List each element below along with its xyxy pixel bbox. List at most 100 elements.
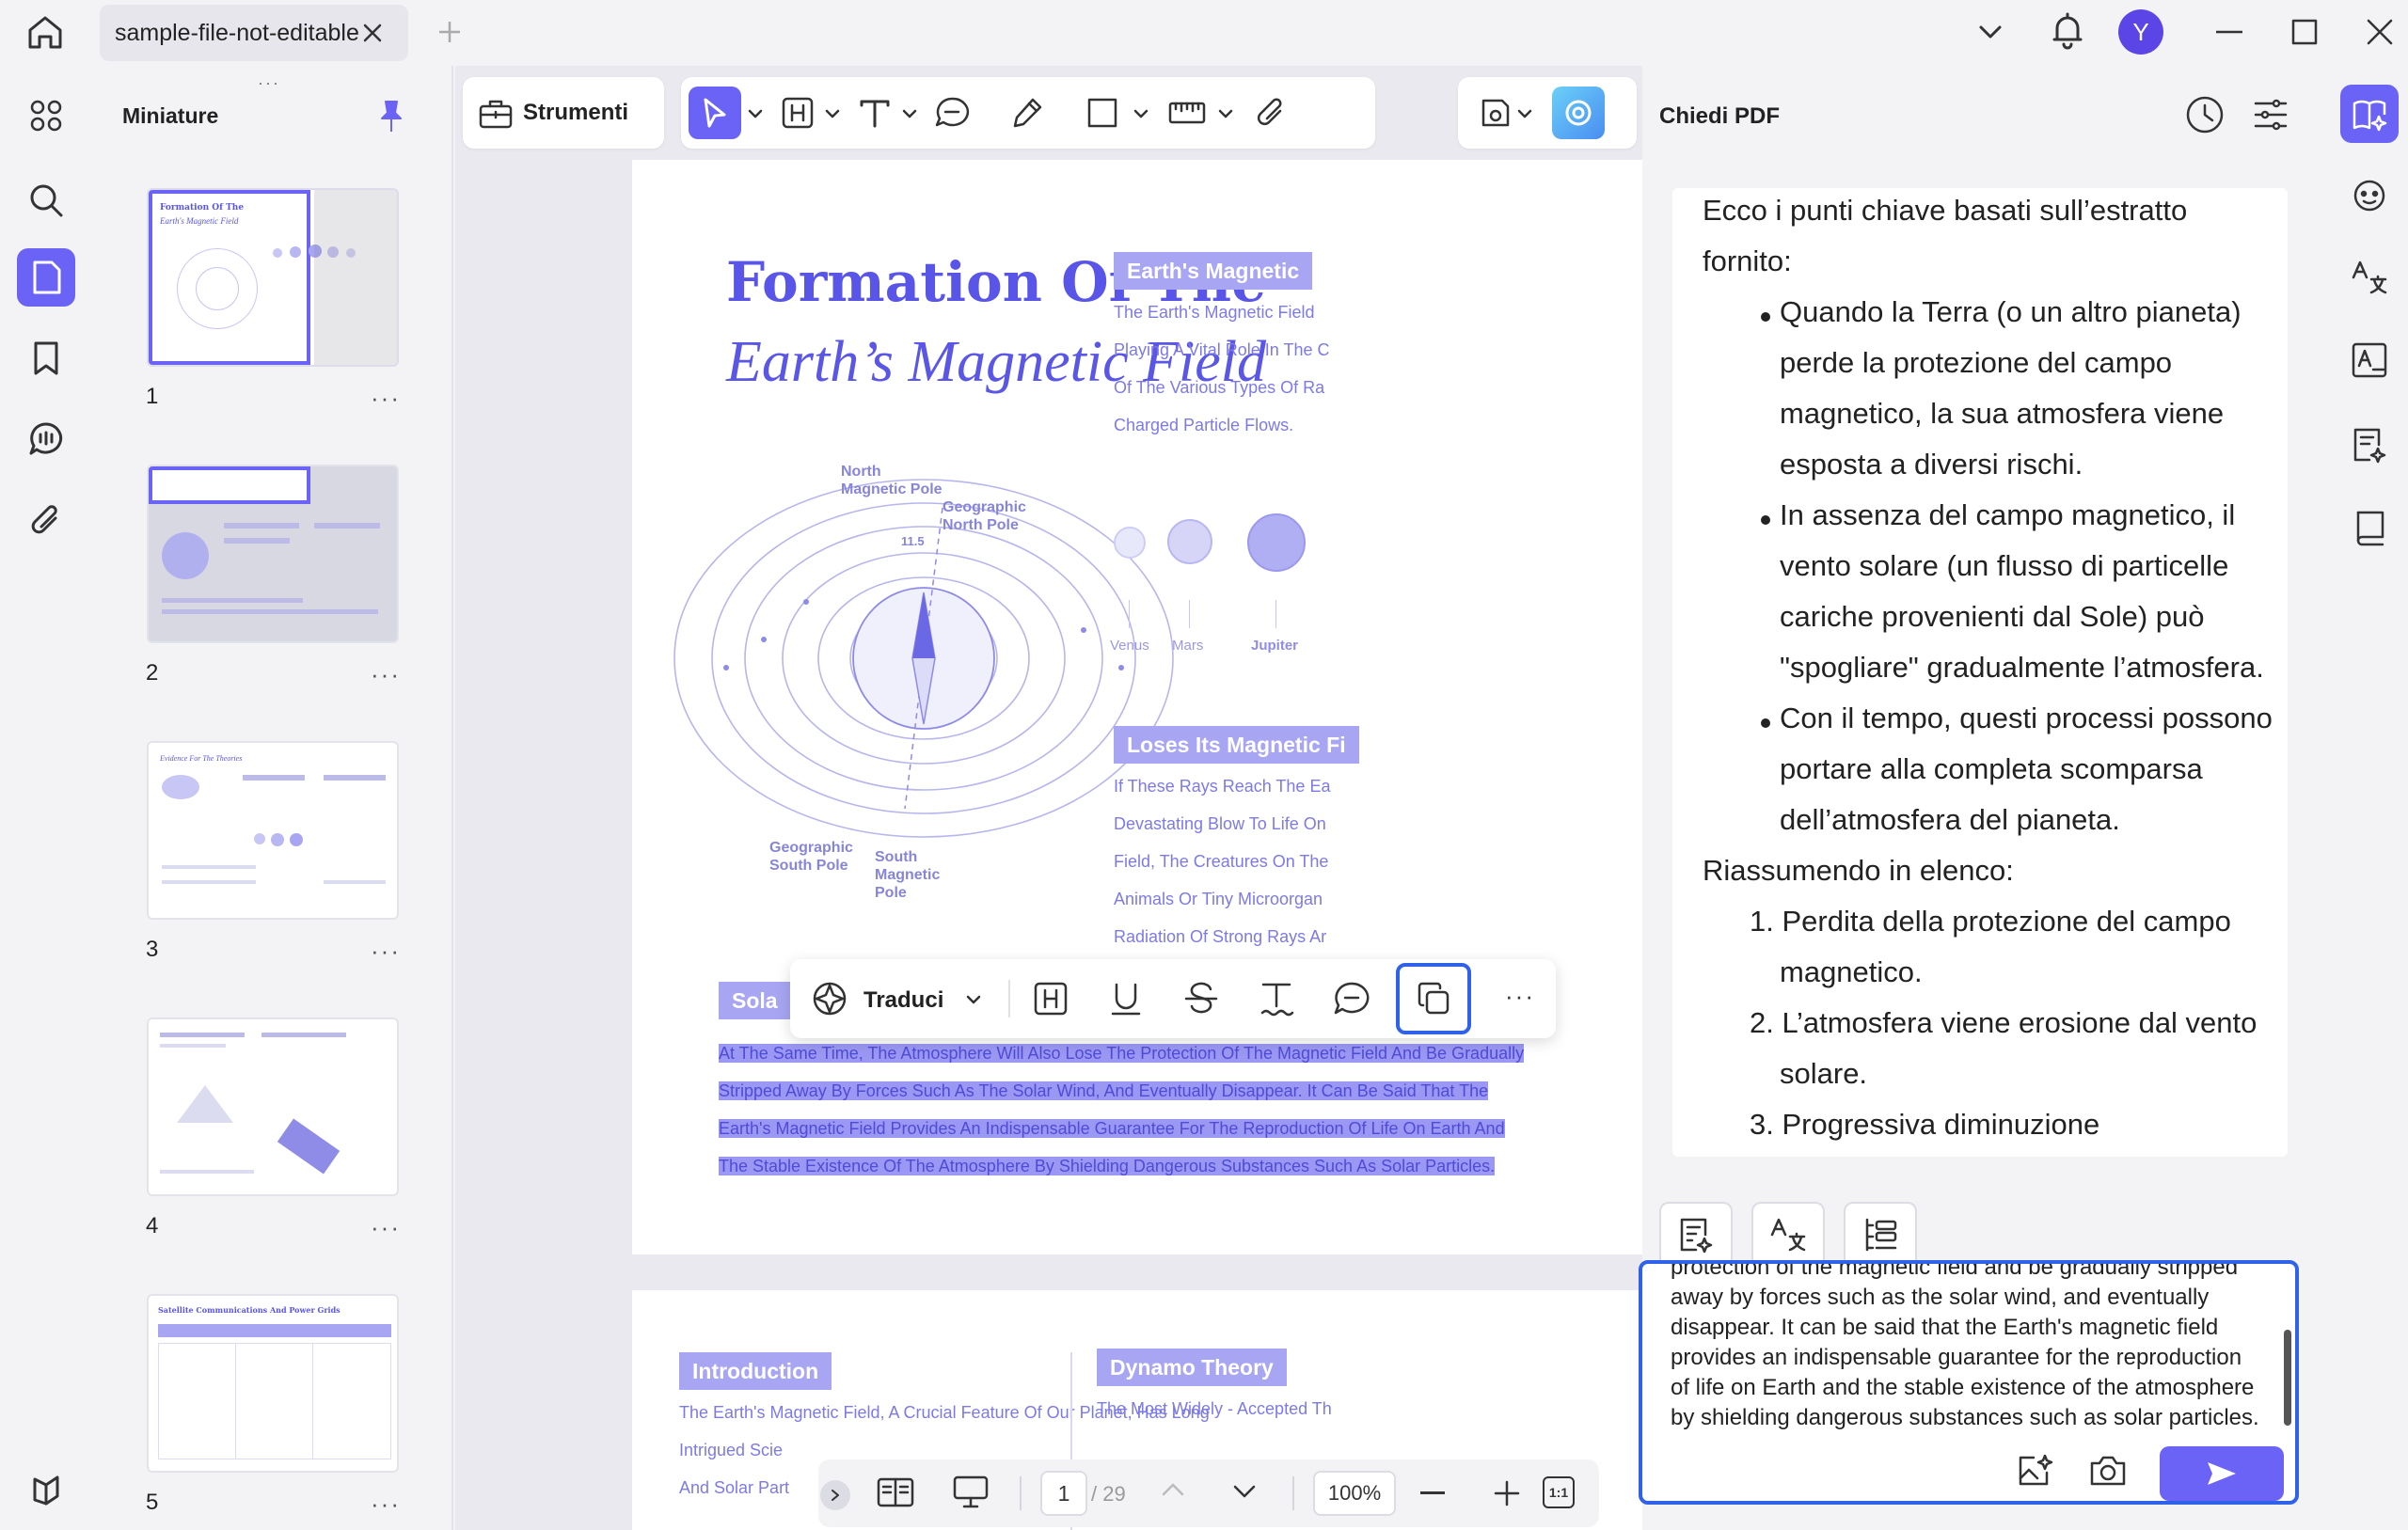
bullet-dot — [1761, 718, 1770, 728]
thumbnail-more-button[interactable]: ··· — [371, 1213, 401, 1242]
chevron-right-icon[interactable] — [820, 1480, 850, 1510]
page-number-5: 5 — [146, 1490, 159, 1515]
highlight-icon[interactable] — [771, 87, 824, 139]
minimize-icon[interactable] — [2216, 30, 2242, 34]
bullet-dot — [1761, 312, 1770, 322]
total-pages: / 29 — [1091, 1482, 1126, 1506]
attachment-icon[interactable] — [17, 491, 75, 549]
ai-document-icon[interactable] — [2340, 416, 2399, 474]
text-tool-icon[interactable] — [848, 87, 901, 139]
selected-text-block[interactable]: At The Same Time, The Atmosphere Will Al… — [719, 1034, 1525, 1185]
bell-icon[interactable] — [2051, 11, 2084, 51]
document-tab[interactable]: sample-file-not-editable — [100, 5, 408, 61]
ai-assistant-icon[interactable] — [1552, 87, 1605, 139]
tools-button[interactable]: Strumenti — [463, 77, 664, 149]
chat-line: magnetico. — [1780, 955, 1923, 988]
planet-label: Venus — [1110, 638, 1149, 654]
thumbnail-more-button[interactable]: ··· — [371, 384, 401, 413]
user-avatar[interactable]: Y — [2118, 9, 2163, 55]
chat-line: In assenza del campo magnetico, il — [1780, 498, 2236, 531]
add-comment-icon[interactable] — [1332, 980, 1371, 1017]
comment-icon[interactable] — [926, 87, 978, 139]
label-south-magnetic-pole: South Magnetic Pole — [875, 849, 941, 901]
page-thumbnail-5[interactable]: Satellite Communications And Power Grids — [147, 1294, 399, 1473]
selection-toolbar: Traduci ··· — [790, 959, 1556, 1038]
text-squiggly-icon[interactable] — [1259, 980, 1294, 1017]
layers-icon[interactable] — [17, 1459, 75, 1518]
thumbnail-more-button[interactable]: ··· — [371, 660, 401, 689]
zoom-level[interactable]: 100% — [1313, 1471, 1396, 1516]
page-navigation-bar: 1 / 29 100% 1:1 — [818, 1459, 1599, 1527]
chevron-down-icon[interactable] — [1977, 21, 2004, 43]
select-cursor-icon[interactable] — [689, 87, 741, 139]
zoom-in-icon[interactable] — [1494, 1480, 1520, 1506]
presentation-icon[interactable] — [952, 1475, 990, 1510]
apps-grid-icon[interactable] — [17, 87, 75, 145]
measure-icon[interactable] — [1161, 87, 1213, 139]
page-thumbnail-4[interactable] — [147, 1017, 399, 1196]
search-icon[interactable] — [17, 171, 75, 229]
chevron-down-icon[interactable] — [1232, 1482, 1257, 1501]
text-recognition-icon[interactable] — [2340, 331, 2399, 389]
thumbnail-more-button[interactable]: ··· — [371, 1490, 401, 1519]
pin-icon[interactable] — [378, 98, 404, 135]
page-number-2: 2 — [146, 660, 159, 686]
chevron-down-icon[interactable] — [1516, 105, 1533, 122]
underline-icon[interactable] — [1108, 980, 1144, 1017]
camera-icon[interactable] — [2088, 1452, 2128, 1490]
settings-sliders-icon[interactable] — [2252, 96, 2289, 134]
save-disk-icon[interactable] — [1469, 87, 1522, 139]
home-icon[interactable] — [24, 13, 66, 51]
copy-icon[interactable] — [1396, 963, 1471, 1034]
rectangle-icon[interactable] — [1076, 87, 1129, 139]
page-thumbnail-1[interactable]: Formation Of The Earth's Magnetic Field — [147, 188, 399, 367]
reader-book-icon[interactable] — [2340, 498, 2399, 557]
close-window-icon[interactable] — [2367, 19, 2393, 45]
comments-icon[interactable] — [17, 410, 75, 468]
strikethrough-icon[interactable] — [1183, 980, 1219, 1017]
send-button[interactable] — [2160, 1446, 2284, 1501]
chat-line: Ecco i punti chiave basati sull’estratto — [1703, 194, 2188, 227]
actual-size-button[interactable]: 1:1 — [1543, 1476, 1575, 1508]
page-layout-icon[interactable] — [877, 1476, 914, 1508]
chevron-down-icon[interactable] — [965, 991, 982, 1008]
attach-file-icon[interactable] — [1245, 87, 1298, 139]
translate-label[interactable]: Traduci — [863, 987, 943, 1014]
new-tab-icon[interactable] — [436, 19, 463, 45]
chevron-up-icon[interactable] — [1161, 1480, 1185, 1499]
thumbnails-icon[interactable] — [17, 248, 75, 307]
chat-input[interactable]: protection of the magnetic field and be … — [1639, 1260, 2299, 1505]
maximize-icon[interactable] — [2291, 19, 2318, 45]
zoom-out-icon[interactable] — [1420, 1491, 1445, 1494]
input-line: protection of the magnetic field and be … — [1671, 1260, 2239, 1280]
paragraph-line: Field, The Creatures On The — [1114, 852, 1329, 871]
translate-icon[interactable] — [807, 976, 852, 1021]
pen-icon[interactable] — [1001, 87, 1054, 139]
page-thumbnail-3[interactable]: Evidence For The Theories — [147, 741, 399, 920]
ai-chat-bot-icon[interactable] — [2340, 166, 2399, 224]
chevron-down-icon[interactable] — [824, 105, 841, 122]
more-options-button[interactable]: ··· — [1505, 982, 1535, 1011]
thumbnail-more-button[interactable]: ··· — [371, 937, 401, 966]
panel-drag-handle[interactable]: ··· — [258, 73, 280, 93]
translate-text-icon[interactable] — [1751, 1202, 1825, 1268]
page-thumbnail-2[interactable] — [147, 465, 399, 643]
close-tab-icon[interactable] — [361, 22, 384, 44]
explain-list-icon[interactable] — [1844, 1202, 1917, 1268]
chevron-down-icon[interactable] — [1133, 105, 1149, 122]
page-number-input[interactable]: 1 — [1040, 1471, 1087, 1516]
label-angle: 11.5 — [901, 534, 925, 548]
summarize-icon[interactable] — [1659, 1202, 1733, 1268]
bookmark-icon[interactable] — [17, 329, 75, 387]
input-scrollbar[interactable] — [2284, 1330, 2291, 1426]
ask-pdf-book-icon[interactable] — [2340, 85, 2399, 143]
chevron-down-icon[interactable] — [747, 105, 764, 122]
ai-image-icon[interactable] — [2015, 1452, 2054, 1490]
chat-title: Chiedi PDF — [1659, 103, 1781, 129]
chevron-down-icon[interactable] — [1217, 105, 1234, 122]
paragraph-line: Of The Various Types Of Ra — [1114, 378, 1325, 397]
translate-panel-icon[interactable] — [2340, 248, 2399, 307]
history-clock-icon[interactable] — [2184, 94, 2226, 135]
chevron-down-icon[interactable] — [901, 105, 918, 122]
highlight-text-icon[interactable] — [1033, 980, 1069, 1017]
